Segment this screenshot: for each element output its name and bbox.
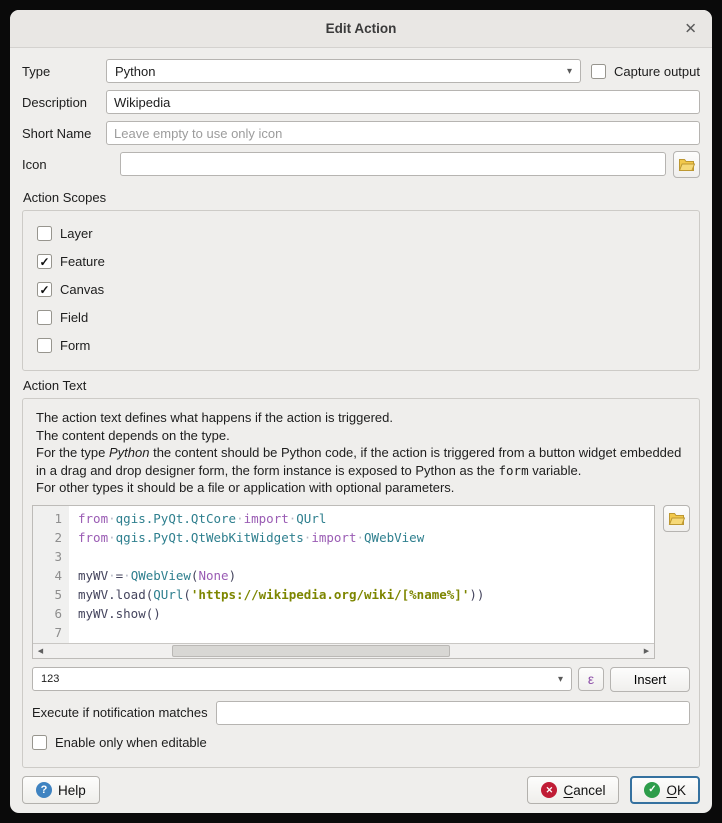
expression-select[interactable]: 123 ▾	[32, 667, 572, 691]
titlebar[interactable]: Edit Action ✕	[10, 10, 712, 48]
chevron-down-icon: ▾	[558, 674, 563, 685]
code-editor-body[interactable]: 1234567 from·qgis.PyQt.QtCore·import·QUr…	[33, 506, 654, 643]
scroll-right-icon[interactable]: ▶	[639, 644, 654, 658]
icon-browse-button[interactable]	[673, 151, 700, 178]
notification-input[interactable]	[216, 701, 690, 725]
scope-row-feature: ✓ Feature	[37, 254, 685, 269]
icon-path-input[interactable]	[120, 152, 666, 176]
enable-editable-row: Enable only when editable	[32, 735, 690, 750]
horizontal-scrollbar[interactable]: ◀ ▶	[33, 643, 654, 658]
scope-label: Field	[60, 310, 88, 325]
scope-label: Feature	[60, 254, 105, 269]
scope-label: Canvas	[60, 282, 104, 297]
type-select-value: Python	[115, 64, 155, 79]
chevron-down-icon: ▾	[567, 66, 572, 77]
scrollbar-track[interactable]	[48, 644, 639, 658]
action-scopes-title: Action Scopes	[23, 190, 700, 205]
notification-label: Execute if notification matches	[32, 705, 208, 720]
capture-output-label: Capture output	[614, 64, 700, 79]
scope-label: Layer	[60, 226, 93, 241]
scope-label: Form	[60, 338, 90, 353]
type-row: Type Python ▾ Capture output	[22, 59, 700, 83]
description-label: Description	[22, 95, 106, 110]
code-lines[interactable]: from·qgis.PyQt.QtCore·import·QUrlfrom·qg…	[69, 506, 654, 643]
help-icon: ?	[36, 782, 52, 798]
action-text-title: Action Text	[23, 378, 700, 393]
type-label: Type	[22, 64, 106, 79]
folder-icon	[668, 511, 685, 526]
code-file-browse-button[interactable]	[663, 505, 690, 532]
cancel-icon: ✕	[541, 782, 557, 798]
scope-checkbox[interactable]: ✓	[37, 254, 52, 269]
short-name-label: Short Name	[22, 126, 106, 141]
expression-select-value: 123	[41, 673, 59, 685]
capture-output-checkbox[interactable]	[591, 64, 606, 79]
epsilon-icon: ε	[588, 671, 594, 687]
scope-row-canvas: ✓ Canvas	[37, 282, 685, 297]
enable-editable-label: Enable only when editable	[55, 735, 207, 750]
ok-icon: ✓	[644, 782, 660, 798]
type-select[interactable]: Python ▾	[106, 59, 581, 83]
dialog-content: Type Python ▾ Capture output Description…	[10, 48, 712, 813]
folder-icon	[678, 157, 695, 172]
insert-button[interactable]: Insert	[610, 667, 690, 692]
scope-checkbox[interactable]	[37, 226, 52, 241]
short-name-row: Short Name	[22, 121, 700, 145]
action-text-description: The action text defines what happens if …	[36, 409, 686, 497]
edit-action-dialog: Edit Action ✕ Type Python ▾ Capture outp…	[10, 10, 712, 813]
notification-row: Execute if notification matches	[32, 701, 690, 725]
icon-label: Icon	[22, 157, 106, 172]
ok-label: OK	[666, 783, 686, 798]
description-input[interactable]	[106, 90, 700, 114]
scope-checkbox[interactable]	[37, 310, 52, 325]
scope-row-layer: Layer	[37, 226, 685, 241]
enable-editable-checkbox[interactable]	[32, 735, 47, 750]
scope-row-field: Field	[37, 310, 685, 325]
code-editor[interactable]: 1234567 from·qgis.PyQt.QtCore·import·QUr…	[32, 505, 655, 659]
scroll-left-icon[interactable]: ◀	[33, 644, 48, 658]
scope-checkbox[interactable]	[37, 338, 52, 353]
code-editor-row: 1234567 from·qgis.PyQt.QtCore·import·QUr…	[32, 505, 690, 659]
cancel-button[interactable]: ✕ Cancel	[527, 776, 619, 804]
help-button[interactable]: ? Help	[22, 776, 100, 804]
cancel-label: Cancel	[563, 783, 605, 798]
help-label: Help	[58, 783, 86, 798]
ok-button[interactable]: ✓ OK	[630, 776, 700, 804]
action-text-group: The action text defines what happens if …	[22, 398, 700, 768]
icon-row: Icon	[22, 152, 700, 176]
dialog-title: Edit Action	[326, 21, 397, 36]
description-row: Description	[22, 90, 700, 114]
scrollbar-thumb[interactable]	[172, 645, 450, 657]
close-icon[interactable]: ✕	[684, 21, 697, 36]
line-numbers: 1234567	[33, 506, 69, 643]
expression-row: 123 ▾ ε Insert	[32, 667, 690, 692]
scope-row-form: Form	[37, 338, 685, 353]
expression-builder-button[interactable]: ε	[578, 667, 604, 691]
action-scopes-list: Layer ✓ Feature ✓ Canvas Field Form	[22, 210, 700, 371]
footer: ? Help ✕ Cancel ✓ OK	[22, 768, 700, 804]
scope-checkbox[interactable]: ✓	[37, 282, 52, 297]
capture-output: Capture output	[591, 64, 700, 79]
short-name-input[interactable]	[106, 121, 700, 145]
